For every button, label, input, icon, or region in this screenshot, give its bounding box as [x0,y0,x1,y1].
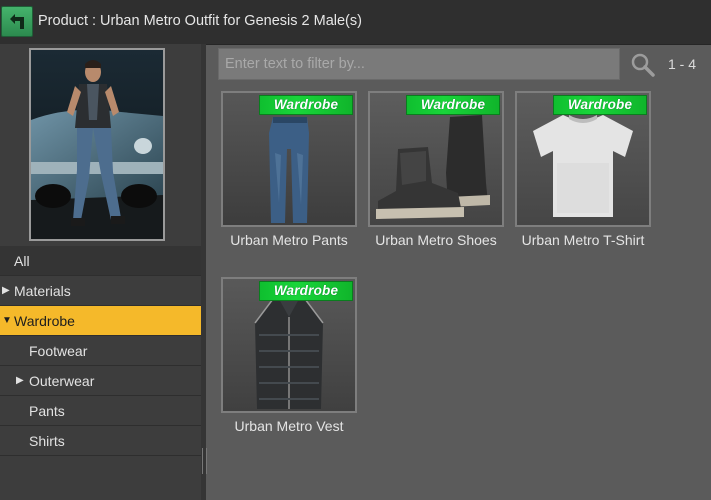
item-thumbnail: Wardrobe [223,279,355,411]
item-tile-tshirt[interactable]: Wardrobe [515,91,651,227]
wardrobe-badge: Wardrobe [406,95,500,115]
expand-arrow-icon[interactable]: ▶ [2,276,10,306]
category-footwear[interactable]: Footwear [0,336,201,366]
item-label[interactable]: Urban Metro Vest [214,416,364,437]
back-button[interactable] [1,6,33,37]
collapse-arrow-icon[interactable]: ▼ [2,306,12,336]
category-label: All [14,253,30,269]
wardrobe-badge: Wardrobe [259,281,353,301]
item-thumbnail: Wardrobe [223,93,355,225]
category-materials[interactable]: ▶ Materials [0,276,201,306]
item-tile-shoes[interactable]: Wardrobe [368,91,504,227]
item-label[interactable]: Urban Metro Pants [214,230,364,251]
category-label: Materials [14,283,71,299]
item-label[interactable]: Urban Metro Shoes [361,230,511,251]
product-image [31,50,163,239]
category-label: Shirts [29,433,65,449]
item-thumbnail: Wardrobe [370,93,502,225]
category-label: Pants [29,403,65,419]
category-wardrobe[interactable]: ▼ Wardrobe [0,306,201,336]
product-thumbnail[interactable] [29,48,165,241]
title-bar: Product : Urban Metro Outfit for Genesis… [0,0,711,45]
item-tile-pants[interactable]: Wardrobe [221,91,357,227]
splitter-grip-icon[interactable] [202,448,207,474]
back-arrow-icon [10,14,24,29]
result-range: 1 - 4 [668,56,697,72]
category-all[interactable]: All [0,246,201,276]
category-outerwear[interactable]: ▶ Outerwear [0,366,201,396]
expand-arrow-icon[interactable]: ▶ [16,366,24,396]
page-title: Product : Urban Metro Outfit for Genesis… [38,13,362,29]
item-tile-vest[interactable]: Wardrobe [221,277,357,413]
wardrobe-badge: Wardrobe [553,95,647,115]
category-label: Wardrobe [14,313,75,329]
filter-input[interactable] [218,48,620,80]
category-list: All ▶ Materials ▼ Wardrobe Footwear ▶ Ou… [0,246,201,456]
category-label: Outerwear [29,373,95,389]
item-thumbnail: Wardrobe [517,93,649,225]
category-shirts[interactable]: Shirts [0,426,201,456]
panel-splitter[interactable] [201,44,206,500]
left-panel: All ▶ Materials ▼ Wardrobe Footwear ▶ Ou… [0,44,201,500]
item-label[interactable]: Urban Metro T-Shirt [508,230,658,251]
category-label: Footwear [29,343,88,359]
category-pants[interactable]: Pants [0,396,201,426]
search-icon[interactable] [630,52,656,78]
wardrobe-badge: Wardrobe [259,95,353,115]
